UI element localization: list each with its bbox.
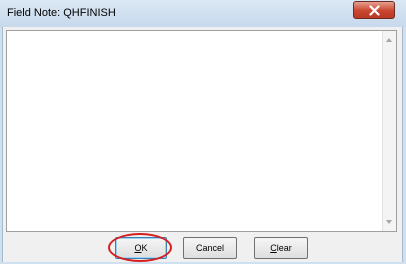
close-icon [369, 5, 380, 16]
field-note-textarea[interactable] [6, 30, 397, 232]
ok-highlight-circle [108, 233, 172, 262]
vertical-scrollbar[interactable] [382, 31, 396, 231]
cancel-button-label: Cancel [195, 243, 224, 253]
title-bar[interactable]: Field Note: QHFINISH [0, 0, 406, 27]
cancel-button[interactable]: Cancel [183, 237, 237, 259]
field-note-dialog: Field Note: QHFINISH OK Cancel Clear [0, 0, 406, 264]
scroll-down-arrow-icon[interactable] [386, 220, 392, 224]
clear-button[interactable]: Clear [254, 237, 308, 259]
clear-button-label: lear [276, 243, 292, 253]
close-button[interactable] [353, 1, 395, 19]
window-title: Field Note: QHFINISH [7, 7, 116, 19]
scroll-up-arrow-icon[interactable] [386, 38, 392, 42]
